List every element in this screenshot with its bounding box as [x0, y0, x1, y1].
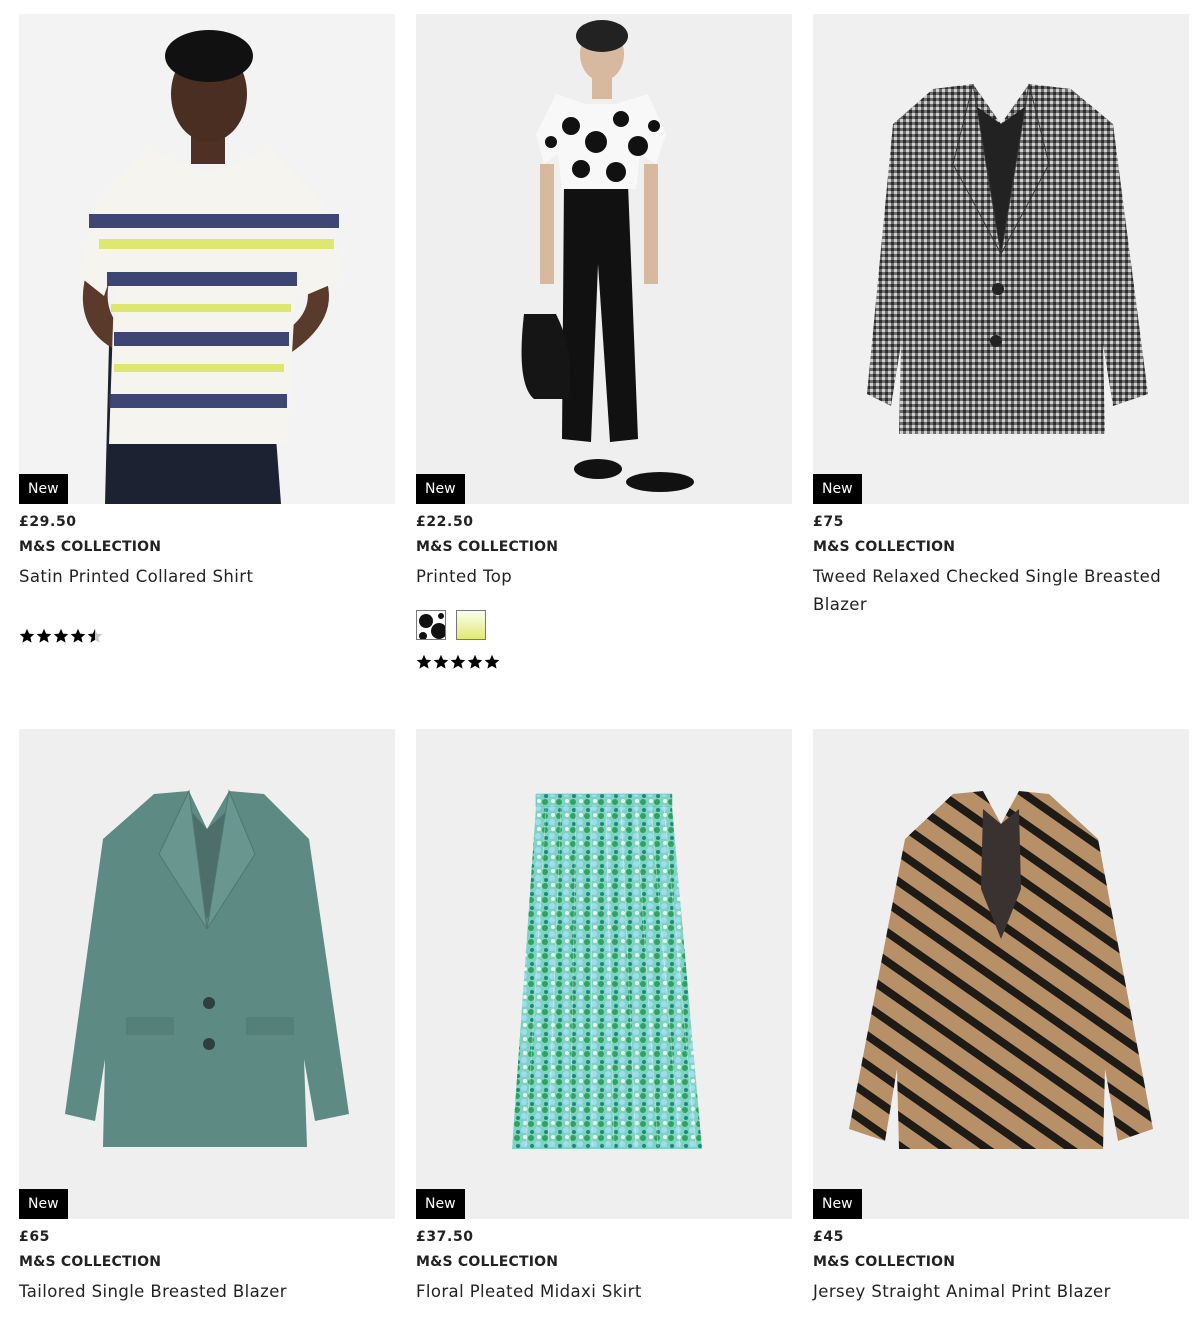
star-icon: [53, 628, 69, 643]
product-image[interactable]: New: [813, 729, 1189, 1219]
product-photo-green-blazer: [19, 729, 395, 1219]
product-image[interactable]: New: [19, 14, 395, 504]
new-badge: New: [19, 1189, 68, 1219]
product-brand: M&S COLLECTION: [19, 1254, 162, 1270]
new-badge: New: [19, 474, 68, 504]
product-price: £45: [813, 1229, 845, 1245]
product-brand: M&S COLLECTION: [19, 539, 162, 555]
product-brand: M&S COLLECTION: [813, 539, 956, 555]
product-image[interactable]: New: [813, 14, 1189, 504]
product-photo-floral-skirt: [416, 729, 792, 1219]
product-price: £65: [19, 1229, 51, 1245]
star-icon: [484, 654, 500, 669]
product-brand: M&S COLLECTION: [416, 1254, 559, 1270]
star-icon: [467, 654, 483, 669]
product-brand: M&S COLLECTION: [813, 1254, 956, 1270]
product-grid: New £29.50 M&S COLLECTION Satin Printed …: [0, 0, 1200, 1318]
star-icon: [87, 628, 103, 643]
product-price: £29.50: [19, 514, 77, 530]
product-photo-tweed-blazer: [813, 14, 1189, 504]
product-price: £75: [813, 514, 845, 530]
product-card[interactable]: New £29.50 M&S COLLECTION Satin Printed …: [19, 14, 395, 644]
swatch-pattern-icon: [457, 611, 485, 639]
rating-stars: [416, 654, 792, 670]
product-card[interactable]: New £75 M&S COLLECTION Tweed Relaxed Che…: [813, 14, 1189, 619]
star-icon: [36, 628, 52, 643]
star-icon: [416, 654, 432, 669]
product-name[interactable]: Tweed Relaxed Checked Single Breasted Bl…: [813, 563, 1189, 619]
swatch-lime-ombre[interactable]: [456, 610, 486, 640]
color-swatches: [416, 610, 792, 640]
product-name[interactable]: Printed Top: [416, 563, 792, 591]
star-icon: [19, 628, 35, 643]
product-card[interactable]: New £22.50 M&S COLLECTION Printed Top: [416, 14, 792, 670]
product-photo-animal-print-blazer: [813, 729, 1189, 1219]
swatch-black-white-spot[interactable]: [416, 610, 446, 640]
new-badge: New: [813, 1189, 862, 1219]
product-image[interactable]: New: [416, 729, 792, 1219]
product-name[interactable]: Floral Pleated Midaxi Skirt: [416, 1278, 792, 1306]
product-photo-shirt: [19, 14, 395, 504]
product-brand: M&S COLLECTION: [416, 539, 559, 555]
product-name[interactable]: Satin Printed Collared Shirt: [19, 563, 395, 591]
product-price: £37.50: [416, 1229, 474, 1245]
product-photo-top: [416, 14, 792, 504]
product-card[interactable]: New £65 M&S COLLECTION Tailored Single B…: [19, 729, 395, 1306]
product-name[interactable]: Tailored Single Breasted Blazer: [19, 1278, 395, 1306]
product-card[interactable]: New £45 M&S COLLECTION Jersey Straight A…: [813, 729, 1189, 1306]
product-card[interactable]: New £37.50 M&S COLLECTION Floral Pleated…: [416, 729, 792, 1306]
swatch-pattern-icon: [417, 611, 445, 639]
new-badge: New: [416, 1189, 465, 1219]
rating-stars: [19, 628, 395, 644]
product-price: £22.50: [416, 514, 474, 530]
star-icon: [70, 628, 86, 643]
product-image[interactable]: New: [19, 729, 395, 1219]
product-image[interactable]: New: [416, 14, 792, 504]
new-badge: New: [813, 474, 862, 504]
product-name[interactable]: Jersey Straight Animal Print Blazer: [813, 1278, 1189, 1306]
star-icon: [433, 654, 449, 669]
star-icon: [450, 654, 466, 669]
new-badge: New: [416, 474, 465, 504]
